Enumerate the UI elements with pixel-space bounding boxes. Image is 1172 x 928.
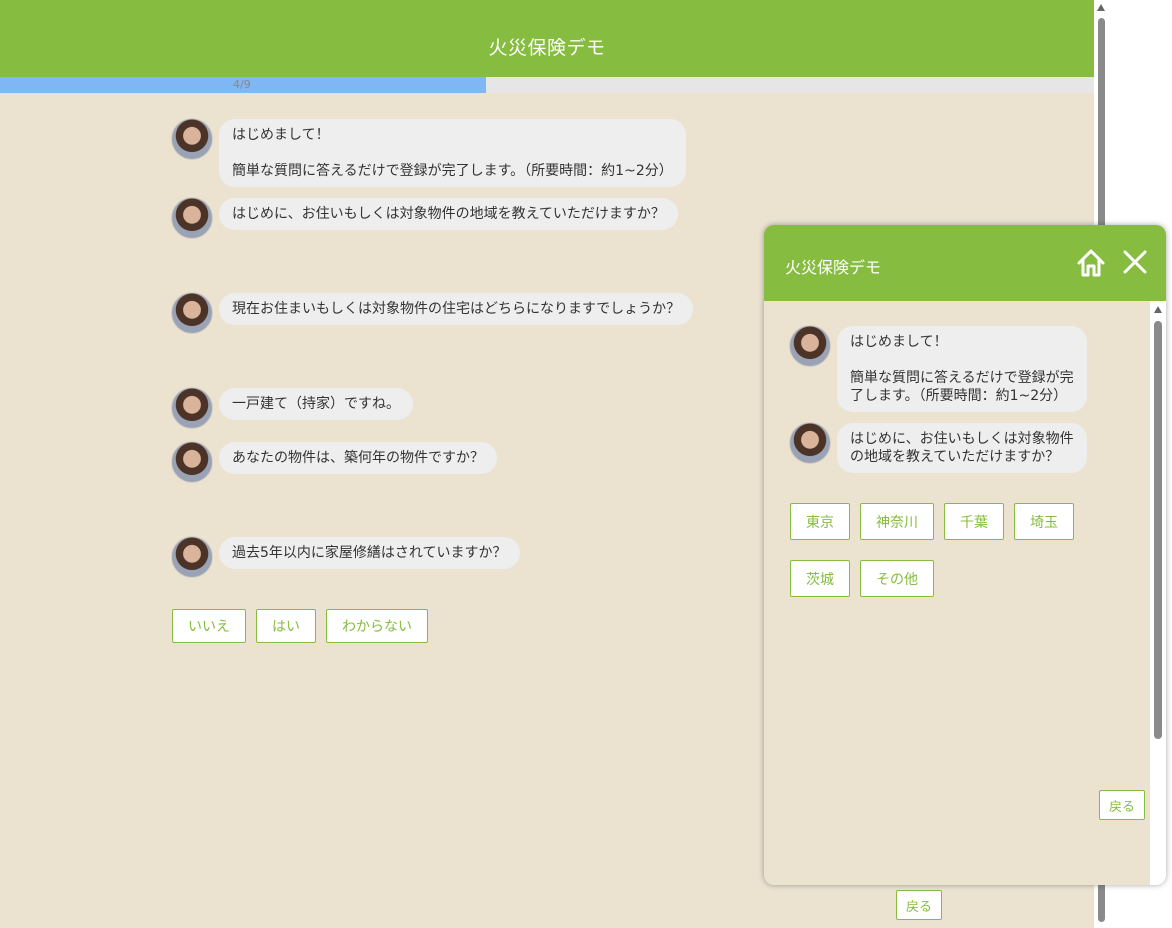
message-bubble: はじめまして！ 簡単な質問に答えるだけで登録が完了します。（所要時間：約1~2分… [219, 119, 686, 187]
message-row: 現在お住まいもしくは対象物件の住宅はどちらになりますでしょうか？ [171, 292, 694, 334]
scroll-up-icon[interactable] [1154, 306, 1162, 313]
region-button-saitama[interactable]: 埼玉 [1014, 503, 1074, 540]
avatar [171, 197, 213, 239]
choice-button-unknown[interactable]: わからない [326, 609, 428, 643]
widget-message-row: はじめに、お住いもしくは対象物件の地域を教えていただけますか？ [789, 422, 1087, 473]
message-row: 一戸建て（持家）ですね。 [171, 387, 413, 429]
progress-bar: 4/9 [0, 77, 1094, 93]
back-button[interactable]: 戻る [896, 890, 942, 920]
region-button-tokyo[interactable]: 東京 [790, 503, 850, 540]
message-row: はじめに、お住いもしくは対象物件の地域を教えていただけますか？ [171, 197, 678, 239]
chat-widget: 火災保険デモ はじめまして！ 簡単な質問に答えるだけで登録が完了します。（所要時… [764, 225, 1166, 885]
scrollbar-thumb[interactable] [1154, 321, 1162, 739]
page-title: 火災保険デモ [488, 37, 606, 59]
widget-title: 火災保険デモ [785, 258, 882, 277]
choice-button-no[interactable]: いいえ [172, 609, 246, 643]
message-text: はじめまして！ [850, 334, 948, 350]
progress-label: 4/9 [233, 78, 251, 91]
avatar [171, 441, 213, 483]
message-bubble: 過去5年以内に家屋修繕はされていますか？ [219, 537, 520, 569]
scroll-up-icon[interactable] [1097, 4, 1105, 11]
message-text: はじめまして！ [232, 127, 330, 143]
widget-message-bubble: はじめまして！ 簡単な質問に答えるだけで登録が完了します。（所要時間：約1~2分… [837, 326, 1087, 412]
avatar [171, 118, 213, 160]
message-text: 簡単な質問に答えるだけで登録が完了します。（所要時間：約1~2分） [850, 370, 1074, 404]
avatar [171, 536, 213, 578]
avatar [171, 292, 213, 334]
app-header: 火災保険デモ [0, 0, 1094, 77]
message-bubble: 一戸建て（持家）ですね。 [219, 388, 413, 420]
close-icon[interactable] [1120, 247, 1150, 277]
avatar [171, 387, 213, 429]
widget-header: 火災保険デモ [764, 225, 1166, 301]
region-button-kanagawa[interactable]: 神奈川 [860, 503, 934, 540]
home-icon[interactable] [1075, 247, 1107, 279]
widget-message-bubble: はじめに、お住いもしくは対象物件の地域を教えていただけますか？ [837, 423, 1087, 473]
message-bubble: 現在お住まいもしくは対象物件の住宅はどちらになりますでしょうか？ [219, 293, 694, 325]
message-bubble: はじめに、お住いもしくは対象物件の地域を教えていただけますか？ [219, 198, 678, 230]
avatar [789, 422, 831, 464]
widget-scrollbar[interactable] [1150, 301, 1166, 885]
message-text: 簡単な質問に答えるだけで登録が完了します。（所要時間：約1~2分） [232, 163, 673, 179]
choice-button-yes[interactable]: はい [256, 609, 316, 643]
message-bubble: あなたの物件は、築何年の物件ですか？ [219, 442, 497, 474]
message-row: 過去5年以内に家屋修繕はされていますか？ [171, 536, 520, 578]
widget-back-button[interactable]: 戻る [1099, 790, 1145, 820]
avatar [789, 325, 831, 367]
region-button-other[interactable]: その他 [860, 560, 934, 597]
widget-message-row: はじめまして！ 簡単な質問に答えるだけで登録が完了します。（所要時間：約1~2分… [789, 325, 1087, 412]
region-button-chiba[interactable]: 千葉 [944, 503, 1004, 540]
region-button-ibaraki[interactable]: 茨城 [790, 560, 850, 597]
message-row: はじめまして！ 簡単な質問に答えるだけで登録が完了します。（所要時間：約1~2分… [171, 118, 686, 187]
message-row: あなたの物件は、築何年の物件ですか？ [171, 441, 497, 483]
